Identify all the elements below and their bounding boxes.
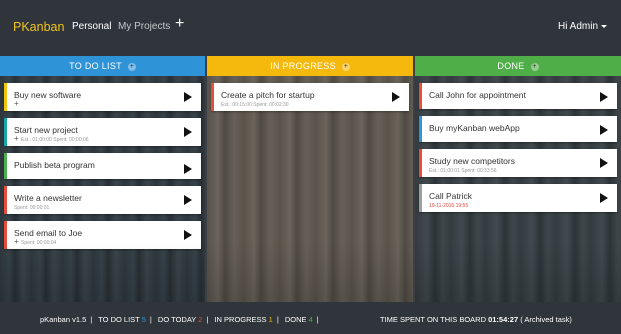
todo-list-count: 5 xyxy=(141,315,146,324)
play-icon[interactable] xyxy=(184,127,192,137)
chevron-down-icon xyxy=(601,24,607,28)
board-area: Buy new software + Start new project + E… xyxy=(0,76,205,302)
task-meta: Est.: 01:00:00 Spent: 00:00:06 xyxy=(21,137,89,143)
task-title: Start new project xyxy=(14,125,78,135)
column-header-done: DONE + xyxy=(415,56,621,76)
task-card[interactable]: Buy myKanban webApp xyxy=(419,116,617,142)
plus-icon[interactable]: + xyxy=(14,135,19,143)
task-card[interactable]: Study new competitors Est.: 01:00:01 Spe… xyxy=(419,149,617,177)
play-icon[interactable] xyxy=(600,158,608,168)
task-title: Write a newsletter xyxy=(14,193,82,203)
time-spent-value: 01:54:27 xyxy=(488,315,519,324)
task-title: Study new competitors xyxy=(429,156,515,166)
task-title: Publish beta program xyxy=(14,160,95,170)
plus-icon[interactable]: + xyxy=(14,100,19,108)
column-done: DONE + Call John for appointment Buy myKa… xyxy=(415,56,621,302)
app-version: pKanban v1.5 xyxy=(40,315,87,324)
play-icon[interactable] xyxy=(600,92,608,102)
column-title: TO DO LIST xyxy=(69,61,122,71)
board-area: Create a pitch for startup Est.: 00:15:0… xyxy=(207,76,413,302)
task-card[interactable]: Publish beta program xyxy=(4,153,201,179)
play-icon[interactable] xyxy=(184,164,192,174)
archived-task-link[interactable]: ( Archived task) xyxy=(520,315,572,324)
task-card[interactable]: Start new project + Est.: 01:00:00 Spent… xyxy=(4,118,201,146)
task-title: Send email to Joe xyxy=(14,228,83,238)
footer-stats: pKanban v1.5 | TO DO LIST 5 | DO TODAY 2 | … xyxy=(40,315,319,324)
task-card[interactable]: Buy new software + xyxy=(4,83,201,111)
play-icon[interactable] xyxy=(184,230,192,240)
play-icon[interactable] xyxy=(184,195,192,205)
brand-logo[interactable]: PKanban xyxy=(13,20,64,34)
task-meta: Spent: 00:00:01 xyxy=(14,205,50,211)
do-today-label: DO TODAY xyxy=(157,315,197,324)
task-title: Call John for appointment xyxy=(429,90,526,100)
task-title: Call Patrick xyxy=(429,191,472,201)
play-icon[interactable] xyxy=(600,125,608,135)
task-card[interactable]: Call John for appointment xyxy=(419,83,617,109)
column-header-in-progress: IN PROGRESS + xyxy=(207,56,413,76)
task-title: Create a pitch for startup xyxy=(221,90,315,100)
task-card[interactable]: Write a newsletter Spent: 00:00:01 xyxy=(4,186,201,214)
column-title: IN PROGRESS xyxy=(270,61,336,71)
nav-my-projects[interactable]: My Projects xyxy=(118,21,170,32)
column-in-progress: IN PROGRESS + Create a pitch for startup … xyxy=(207,56,413,302)
add-card-icon[interactable]: + xyxy=(127,62,136,71)
task-card[interactable]: Send email to Joe + Spent: 00:00:04 xyxy=(4,221,201,249)
top-navbar: PKanban Personal My Projects + Hi Admin xyxy=(0,0,621,56)
add-card-icon[interactable]: + xyxy=(341,62,350,71)
status-footer: pKanban v1.5 | TO DO LIST 5 | DO TODAY 2 | … xyxy=(0,302,621,334)
time-spent-label: TIME SPENT ON THIS BOARD xyxy=(380,315,486,324)
task-meta: Est.: 01:00:01 Spent: 00:33:56 xyxy=(429,168,497,174)
done-label: DONE xyxy=(284,315,307,324)
task-card[interactable]: Create a pitch for startup Est.: 00:15:0… xyxy=(211,83,409,111)
task-title: Buy new software xyxy=(14,90,82,100)
column-title: DONE xyxy=(497,61,525,71)
in-progress-label: IN PROGRESS xyxy=(214,315,267,324)
column-todo: TO DO LIST + Buy new software + Start new… xyxy=(0,56,205,302)
board-area: Call John for appointment Buy myKanban w… xyxy=(415,76,621,302)
task-meta: Est.: 00:15:00 Spent: 00:02:30 xyxy=(221,102,289,108)
time-spent: TIME SPENT ON THIS BOARD 01:54:27 ( Arch… xyxy=(380,315,572,324)
play-icon[interactable] xyxy=(184,92,192,102)
nav-personal[interactable]: Personal xyxy=(72,21,111,32)
add-board-button[interactable]: + xyxy=(175,16,184,32)
play-icon[interactable] xyxy=(392,92,400,102)
column-header-todo: TO DO LIST + xyxy=(0,56,205,76)
task-date: 19-11-2016 19:55 xyxy=(429,203,469,209)
done-count: 4 xyxy=(308,315,313,324)
do-today-count: 2 xyxy=(198,315,203,324)
task-card[interactable]: Call Patrick 19-11-2016 19:55 xyxy=(419,184,617,212)
user-menu-label: Hi Admin xyxy=(557,21,598,32)
task-meta: Spent: 00:00:04 xyxy=(21,240,57,246)
todo-list-label: TO DO LIST xyxy=(98,315,140,324)
user-menu[interactable]: Hi Admin xyxy=(558,21,607,32)
play-icon[interactable] xyxy=(600,193,608,203)
in-progress-count: 1 xyxy=(268,315,273,324)
plus-icon[interactable]: + xyxy=(14,238,19,246)
task-title: Buy myKanban webApp xyxy=(429,123,520,133)
add-card-icon[interactable]: + xyxy=(530,62,539,71)
